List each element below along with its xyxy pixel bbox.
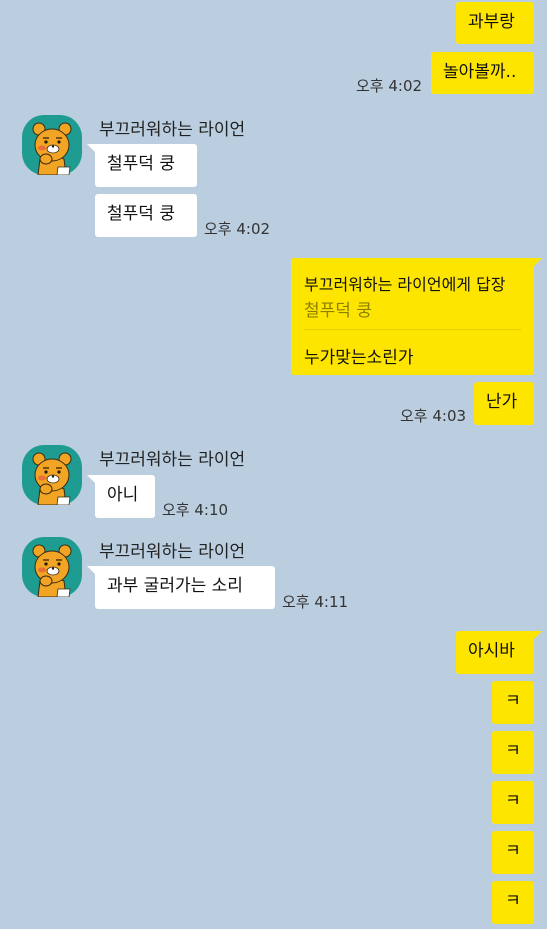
message-text: 놀아볼까.. [443,62,517,82]
message-time: 오후 4:02 [356,77,423,95]
message-time: 오후 4:10 [162,501,229,519]
message-time: 오후 4:11 [282,593,349,611]
my-message-bubble[interactable]: ㅋ [492,881,534,924]
my-message-bubble[interactable]: ㅋ [492,781,534,824]
my-message-bubble[interactable]: 놀아볼까.. [431,52,534,94]
my-message-bubble[interactable]: ㅋ [492,681,534,724]
message-text: ㅋ [505,841,521,861]
reply-target-label: 부끄러워하는 라이언에게 답장 [304,275,506,294]
my-message-bubble[interactable]: 아시바 [456,631,542,674]
my-message-bubble[interactable]: 과부랑 [456,2,534,44]
reply-divider [304,329,521,330]
message-text: 난가 [486,392,518,412]
message-text: ㅋ [505,791,521,811]
message-text: 누가맞는소린가 [304,348,414,368]
my-message-bubble[interactable]: ㅋ [492,831,534,874]
message-text: ㅋ [505,741,521,761]
my-message-bubble[interactable]: ㅋ [492,731,534,774]
their-message-bubble[interactable]: 철푸덕 쿵 [87,144,197,187]
message-time: 오후 4:02 [204,220,271,238]
message-text: 철푸덕 쿵 [107,204,175,224]
message-text: 철푸덕 쿵 [107,154,175,174]
sender-name: 부끄러워하는 라이언 [99,542,246,562]
my-message-bubble[interactable]: 난가 [474,382,534,425]
message-text: 과부 굴러가는 소리 [107,576,243,596]
message-text: ㅋ [505,891,521,911]
message-time: 오후 4:03 [400,407,467,425]
ryan-lion-avatar-icon[interactable] [22,115,82,175]
their-message-bubble[interactable]: 아니 [87,475,155,518]
quoted-message[interactable]: 철푸덕 쿵 [304,296,372,321]
sender-name: 부끄러워하는 라이언 [99,120,246,140]
their-message-bubble[interactable]: 과부 굴러가는 소리 [87,566,275,609]
ryan-lion-avatar-icon[interactable] [22,537,82,597]
reply-message-bubble[interactable]: 부끄러워하는 라이언에게 답장 철푸덕 쿵 누가맞는소린가 [291,258,542,375]
message-text: 아니 [107,485,139,505]
ryan-lion-avatar-icon[interactable] [22,445,82,505]
message-text: ㅋ [505,691,521,711]
sender-name: 부끄러워하는 라이언 [99,450,246,470]
message-text: 아시바 [468,641,515,661]
their-message-bubble[interactable]: 철푸덕 쿵 [95,194,197,237]
message-text: 과부랑 [468,12,515,32]
